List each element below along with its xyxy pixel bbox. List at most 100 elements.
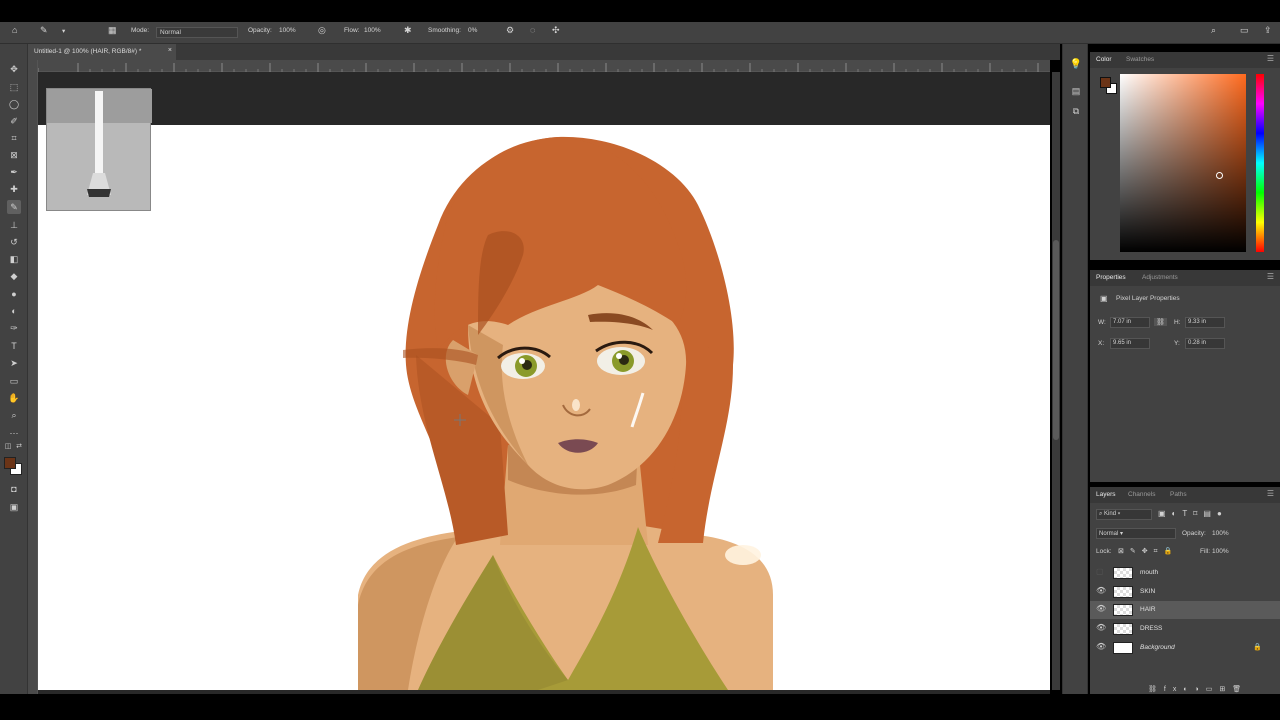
healing-brush-tool-icon[interactable]: ✚ [7,182,21,196]
lightbulb-icon[interactable]: 💡 [1069,58,1083,72]
foreground-color-chip[interactable] [1100,77,1111,88]
blend-mode-select[interactable]: Normal ▾ [1096,528,1176,539]
layer-opacity-input[interactable]: 100% [1212,530,1229,537]
more-tools-icon[interactable]: ⋯ [7,426,21,440]
angle-icon[interactable]: ◌ [530,25,535,35]
marquee-tool-icon[interactable]: ⬚ [7,80,21,94]
mode-select[interactable]: Normal [156,27,238,38]
home-icon[interactable]: ⌂ [12,25,17,35]
x-input[interactable]: 9.65 in [1110,338,1150,349]
type-tool-icon[interactable]: T [7,339,21,353]
default-colors-icon[interactable]: ◫ [3,442,13,452]
vertical-scrollbar[interactable] [1052,72,1060,690]
pen-tool-icon[interactable]: ✑ [7,321,21,335]
link-icon[interactable]: ⛓ [1154,318,1167,326]
paint-bucket-tool-icon[interactable]: ◆ [7,269,21,283]
y-input[interactable]: 0.28 in [1185,338,1225,349]
horizontal-ruler-ticks [37,63,1039,72]
layer-row-background[interactable]: 👁 Background 🔒 [1090,639,1280,657]
symmetry-icon[interactable]: ✣ [552,25,560,36]
layer-filter-icons[interactable]: ▣◐T⌑▤● [1158,509,1228,518]
eyedropper-tool-icon[interactable]: ✒ [7,165,21,179]
tab-color[interactable]: Color [1096,56,1112,63]
w-input[interactable]: 7.07 in [1110,317,1150,328]
layer-row-dress[interactable]: 👁 DRESS [1090,620,1280,638]
brush-tool-preset-icon[interactable]: ✎ [40,25,48,36]
workspace-icon[interactable]: ▭ [1240,25,1249,36]
layer-thumbnail [1113,586,1133,598]
foreground-color-swatch[interactable] [4,457,16,469]
panel-menu-icon[interactable]: ☰ [1267,54,1274,63]
brush-settings-icon[interactable]: ▦ [108,25,117,36]
quick-mask-icon[interactable]: ◘ [7,482,21,496]
history-brush-tool-icon[interactable]: ↺ [7,235,21,249]
panel-icon-strip: 💡 ▤ ⧉ [1062,44,1088,694]
document-canvas[interactable] [38,125,1050,690]
zoom-tool-icon[interactable]: ⌕ [7,408,21,422]
path-selection-tool-icon[interactable]: ➤ [7,356,21,370]
history-panel-icon[interactable]: ▤ [1069,84,1083,98]
smoothing-input[interactable]: 0% [468,27,477,34]
dodge-tool-icon[interactable]: ◐ [7,304,21,318]
eraser-tool-icon[interactable]: ◧ [7,252,21,266]
rectangle-tool-icon[interactable]: ▭ [7,374,21,388]
layer-filter-select[interactable]: ⌕ Kind ▾ [1096,509,1152,520]
document-tab-bar: Untitled-1 @ 100% (HAIR, RGB/8#) * × [28,44,1060,60]
lock-icons[interactable]: ⊠✎✥⌗🔒 [1118,547,1178,556]
layer-actions-icons[interactable]: ⛓fx◐◑▭⊞🗑 [1148,685,1248,693]
fill-input[interactable]: 100% [1212,548,1229,555]
pressure-opacity-icon[interactable]: ◎ [318,25,326,36]
search-icon[interactable]: ⌕ [1211,25,1216,36]
nose-highlight [572,399,580,411]
move-tool-icon[interactable]: ✥ [7,62,21,76]
eye-icon[interactable]: 👁 [1096,604,1106,613]
airbrush-icon[interactable]: ✱ [404,25,412,36]
screen-mode-icon[interactable]: ▣ [7,500,21,514]
eye-icon[interactable]: 👁 [1096,642,1106,651]
brush-tip-shape [47,89,152,197]
document-tab-title: Untitled-1 @ 100% (HAIR, RGB/8#) * [34,48,142,55]
scrollbar-thumb[interactable] [1053,240,1059,440]
y-label: Y: [1174,340,1180,347]
hand-tool-icon[interactable]: ✋ [7,391,21,405]
frame-tool-icon[interactable]: ⊠ [7,148,21,162]
opacity-label: Opacity: [248,27,272,34]
eye-icon[interactable]: 👁 [1096,586,1106,595]
panel-menu-icon[interactable]: ☰ [1267,489,1274,498]
blur-tool-icon[interactable]: ● [7,287,21,301]
panel-menu-icon[interactable]: ☰ [1267,272,1274,281]
close-icon[interactable]: × [168,47,172,54]
tab-paths[interactable]: Paths [1170,491,1187,498]
opacity-input[interactable]: 100% [279,27,296,34]
swap-colors-icon[interactable]: ⇄ [14,442,24,452]
eye-icon[interactable]: 👁 [1096,623,1106,632]
brush-size-dropdown[interactable]: ▾ [62,27,65,35]
brush-tool-icon[interactable]: ✎ [7,200,21,214]
left-eye-highlight [519,358,525,364]
visibility-off-icon[interactable]: ▢ [1096,567,1104,576]
layer-row-skin[interactable]: 👁 SKIN [1090,583,1280,601]
lasso-tool-icon[interactable]: ◯ [7,97,21,111]
layer-row-hair[interactable]: 👁 HAIR [1090,601,1280,619]
layer-row-mouth[interactable]: ▢ mouth [1090,564,1280,582]
stamp-tool-icon[interactable]: ⊥ [7,218,21,232]
tab-properties[interactable]: Properties [1096,274,1126,281]
tools-panel: ✥ ⬚ ◯ ✐ ⌗ ⊠ ✒ ✚ ✎ ⊥ ↺ ◧ ◆ ● ◐ ✑ T ➤ ▭ ✋ … [0,44,28,694]
tab-layers[interactable]: Layers [1096,491,1116,498]
flow-input[interactable]: 100% [364,27,381,34]
hue-slider[interactable] [1256,74,1264,252]
document-tab[interactable]: Untitled-1 @ 100% (HAIR, RGB/8#) * × [28,44,176,60]
h-input[interactable]: 9.33 in [1185,317,1225,328]
tab-channels[interactable]: Channels [1128,491,1155,498]
properties-panel: Properties Adjustments ☰ ▣ Pixel Layer P… [1090,270,1280,482]
pixel-layer-icon: ▣ [1100,294,1108,303]
tab-adjustments[interactable]: Adjustments [1142,274,1178,281]
gear-icon[interactable]: ⚙ [506,25,514,36]
tab-swatches[interactable]: Swatches [1126,56,1154,63]
quick-selection-tool-icon[interactable]: ✐ [7,114,21,128]
color-field[interactable] [1120,74,1246,252]
color-picker-marker[interactable] [1216,172,1223,179]
adjustments-panel-icon[interactable]: ⧉ [1069,104,1083,118]
share-icon[interactable]: ⇪ [1264,25,1272,36]
crop-tool-icon[interactable]: ⌗ [7,131,21,145]
